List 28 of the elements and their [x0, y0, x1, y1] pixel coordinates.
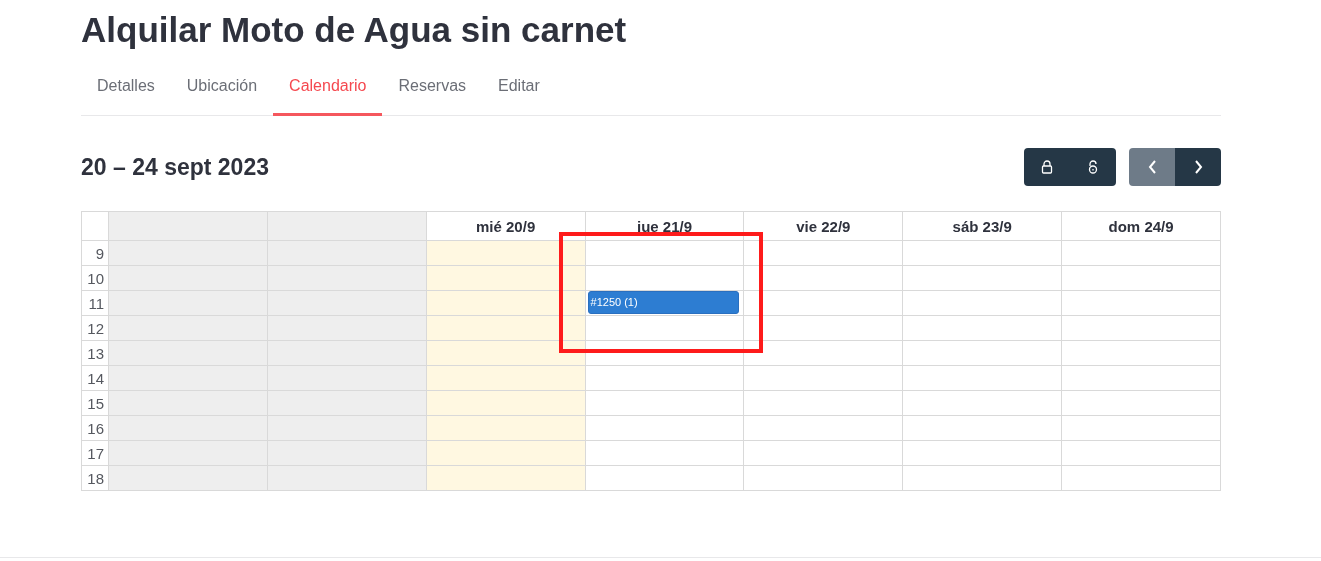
next-button[interactable]: [1175, 148, 1221, 186]
tab[interactable]: Calendario: [273, 76, 383, 116]
time-slot[interactable]: [744, 341, 904, 366]
chevron-left-icon: [1147, 160, 1157, 174]
page-title: Alquilar Moto de Agua sin carnet: [81, 9, 628, 51]
day-header: sáb 23/9: [903, 212, 1063, 241]
time-slot[interactable]: [426, 291, 586, 316]
chevron-right-icon: [1193, 160, 1203, 174]
time-slot[interactable]: [744, 266, 904, 291]
unlock-button[interactable]: [1070, 148, 1116, 186]
time-slot[interactable]: [426, 266, 586, 291]
tab[interactable]: Ubicación: [170, 76, 274, 116]
time-slot[interactable]: [426, 241, 586, 266]
time-slot[interactable]: [744, 316, 904, 341]
tab[interactable]: Editar: [482, 76, 556, 116]
open-padlock-icon: [1087, 160, 1099, 174]
date-range-title: 20 – 24 sept 2023: [81, 153, 269, 181]
time-slot[interactable]: [426, 341, 586, 366]
day-header: mié 20/9: [426, 212, 586, 241]
time-slot[interactable]: [744, 291, 904, 316]
tab[interactable]: Detalles: [81, 76, 171, 116]
tab[interactable]: Reservas: [382, 76, 483, 116]
time-slot[interactable]: [744, 241, 904, 266]
lock-button[interactable]: [1024, 148, 1070, 186]
time-slot[interactable]: [426, 316, 586, 341]
day-header: vie 22/9: [744, 212, 904, 241]
day-header: dom 24/9: [1062, 212, 1221, 241]
padlock-icon: [1041, 160, 1053, 174]
